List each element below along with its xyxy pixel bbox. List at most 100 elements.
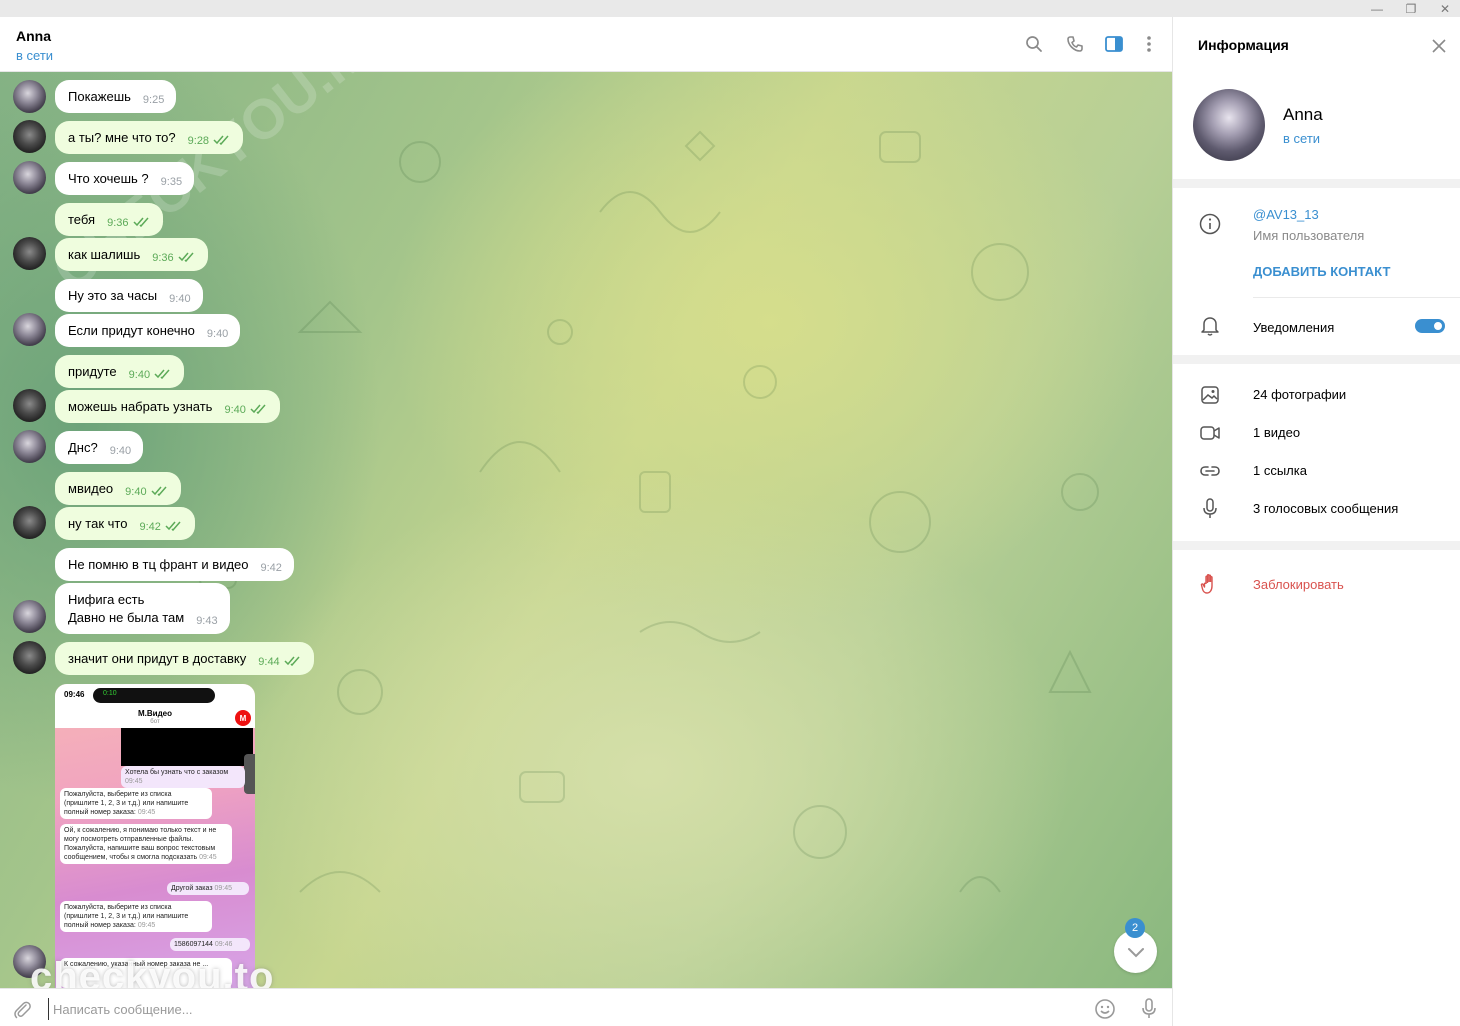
avatar[interactable] [13, 120, 46, 153]
emoji-icon[interactable] [1093, 997, 1117, 1021]
media-row-links[interactable]: 1 ссылка [1173, 452, 1460, 490]
message-text: Если придут конечно [68, 323, 195, 338]
message-time: 9:25 [142, 94, 165, 106]
microphone-icon[interactable] [1137, 997, 1161, 1021]
phone-time: 09:46 [64, 690, 85, 699]
read-ticks-icon [284, 656, 300, 666]
restore-button[interactable]: ❐ [1394, 0, 1428, 17]
read-ticks-icon [213, 135, 229, 145]
message-bubble[interactable]: ну так что 9:42 [55, 507, 195, 540]
screenshot-bubble-text: Хотела бы узнать что с заказом [125, 769, 229, 776]
message-time: 9:40 [109, 445, 132, 457]
video-thumbnail [121, 728, 253, 766]
photo-message[interactable]: 09:46 0:10 М.Видео бот М Хотела бы узнат… [55, 684, 255, 988]
message-bubble[interactable]: значит они придут в доставку 9:44 [55, 642, 314, 675]
message-time: 9:40 [206, 328, 229, 340]
message-bubble[interactable]: придуте 9:40 [55, 355, 185, 388]
avatar[interactable] [13, 161, 46, 194]
username-link[interactable]: @AV13_13 [1253, 207, 1319, 222]
notifications-toggle[interactable] [1415, 319, 1445, 333]
message-text: тебя [68, 212, 96, 227]
screenshot-bubble-time: 09:45 [137, 809, 156, 816]
avatar[interactable] [13, 506, 46, 539]
message-bubble[interactable]: мвидео 9:40 [55, 472, 181, 505]
chat-header: Anna в сети [0, 17, 1172, 72]
attach-icon[interactable] [10, 997, 34, 1021]
sidebar-toggle-icon[interactable] [1102, 32, 1126, 56]
block-user-button[interactable]: Заблокировать [1253, 577, 1344, 592]
message-bubble[interactable]: а ты? мне что то? 9:28 [55, 121, 244, 154]
profile-avatar[interactable] [1193, 89, 1265, 161]
message-bubble[interactable]: тебя 9:36 [55, 203, 163, 236]
message-text-line: Нифига есть [68, 592, 145, 607]
avatar[interactable] [13, 641, 46, 674]
more-vert-icon[interactable] [1137, 32, 1161, 56]
avatar[interactable] [13, 600, 46, 633]
section-divider [1173, 355, 1460, 364]
watermark: checkyou.to [30, 955, 275, 988]
photo-icon [1197, 382, 1223, 408]
message-text-line: Давно не была там [68, 610, 185, 625]
read-ticks-icon [165, 521, 181, 531]
read-ticks-icon [151, 486, 167, 496]
minimize-button[interactable]: — [1360, 0, 1394, 17]
drag-handle [244, 754, 255, 794]
screenshot-bubble-time: 09:45 [214, 885, 233, 892]
media-row-voice[interactable]: 3 голосовых сообщения [1173, 490, 1460, 528]
message-text: ну так что [68, 516, 128, 531]
message-bubble[interactable]: Нифига есть Давно не была там 9:43 [55, 583, 230, 634]
window-titlebar: — ❐ ✕ [0, 0, 1460, 17]
screenshot-bubble-time: 09:46 [214, 941, 233, 948]
chat-title[interactable]: Anna [16, 28, 51, 44]
bot-subtitle: бот [150, 719, 160, 725]
message-bubble[interactable]: Что хочешь ? 9:35 [55, 162, 195, 195]
media-row-videos[interactable]: 1 видео [1173, 414, 1460, 452]
message-bubble[interactable]: как шалишь 9:36 [55, 238, 208, 271]
message-time: 9:40 [125, 486, 147, 498]
profile-name: Anna [1283, 105, 1323, 124]
chat-history[interactable]: CHECKYOU.ME Покажешь 9:25 а ты? мне что т… [0, 72, 1172, 988]
message-text: значит они придут в доставку [68, 651, 247, 666]
notifications-label: Уведомления [1253, 320, 1335, 335]
screenshot-bubble: Другой заказ 09:45 [167, 882, 249, 895]
search-icon[interactable] [1022, 32, 1046, 56]
avatar[interactable] [13, 237, 46, 270]
close-window-button[interactable]: ✕ [1428, 0, 1460, 17]
message-text: мвидео [68, 481, 114, 496]
message-time: 9:40 [224, 404, 246, 416]
phone-icon[interactable] [1063, 32, 1087, 56]
close-icon[interactable] [1427, 34, 1451, 58]
message-bubble[interactable]: можешь набрать узнать 9:40 [55, 390, 280, 423]
message-text: а ты? мне что то? [68, 130, 176, 145]
add-contact-button[interactable]: ДОБАВИТЬ КОНТАКТ [1253, 264, 1390, 279]
screenshot-bubble-time: 09:45 [125, 778, 143, 785]
screenshot-bubble-text: Пожалуйста, выберите из списка (пришлите… [64, 904, 189, 929]
bot-title: М.Видео [138, 709, 172, 718]
avatar[interactable] [13, 80, 46, 113]
message-text: Днс? [68, 440, 98, 455]
avatar[interactable] [13, 313, 46, 346]
message-bubble[interactable]: Не помню в тц франт и видео 9:42 [55, 548, 294, 581]
section-divider [1173, 541, 1460, 550]
read-ticks-icon [154, 369, 170, 379]
screenshot-bubble-time: 09:45 [199, 854, 217, 861]
screenshot-bubble-text: Пожалуйста, выберите из списка (пришлите… [64, 791, 189, 816]
message-bubble[interactable]: Днс? 9:40 [55, 431, 144, 464]
avatar[interactable] [13, 430, 46, 463]
message-bubble[interactable]: Покажешь 9:25 [55, 80, 177, 113]
message-bubble[interactable]: Ну это за часы 9:40 [55, 279, 203, 312]
media-row-label: 3 голосовых сообщения [1253, 501, 1399, 516]
message-text: Не помню в тц франт и видео [68, 557, 249, 572]
message-time: 9:42 [139, 521, 161, 533]
dynamic-island: 0:10 [93, 688, 215, 703]
avatar[interactable] [13, 389, 46, 422]
screenshot-bubble: Ой, к сожалению, я понимаю только текст … [60, 824, 232, 864]
message-time: 9:36 [107, 217, 129, 229]
message-input[interactable] [48, 998, 1048, 1020]
message-text: как шалишь [68, 247, 141, 262]
microphone-icon [1197, 496, 1223, 522]
message-text: можешь набрать узнать [68, 399, 213, 414]
message-time: 9:40 [169, 293, 191, 305]
media-row-photos[interactable]: 24 фотографии [1173, 376, 1460, 414]
message-bubble[interactable]: Если придут конечно 9:40 [55, 314, 241, 347]
